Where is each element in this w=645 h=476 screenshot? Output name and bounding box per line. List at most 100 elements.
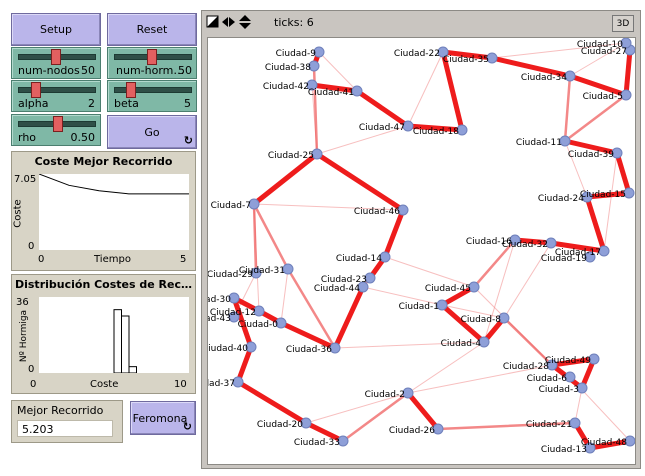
city-label: Ciudad-39 xyxy=(568,150,614,160)
slider-alpha[interactable]: alpha 2 xyxy=(11,80,101,112)
setup-label: Setup xyxy=(39,23,73,36)
city-label: Ciudad-22 xyxy=(394,49,440,59)
pheromone-edge xyxy=(332,284,366,351)
zoom-icon[interactable] xyxy=(206,15,219,28)
plot-area xyxy=(39,297,189,374)
city-label: Ciudad-32 xyxy=(502,240,548,250)
pheromone-edge xyxy=(584,194,607,254)
world-view-frame: ticks: 6 3D Ciudad-9 Ciudad-38 Ciudad-42 Ci… xyxy=(201,10,641,469)
pheromone-edge xyxy=(251,151,320,207)
slider-value: 5 xyxy=(184,97,191,110)
city-label: Ciudad-25 xyxy=(268,151,314,161)
slider-num-nodos[interactable]: num-nodos 50 xyxy=(11,47,101,79)
pheromone-edge xyxy=(280,268,289,324)
plot-coste-mejor-recorrido: Coste Mejor Recorrido 7.05 0 Coste 0 Tie… xyxy=(11,151,196,271)
forever-icon: ↻ xyxy=(182,420,192,433)
plot-xmin-label: 0 xyxy=(38,254,45,265)
plot-xlabel: Tiempo xyxy=(94,254,131,265)
monitor-label: Mejor Recorrido xyxy=(17,404,104,417)
plot-ymax-label: 7.05 xyxy=(14,174,37,185)
city-label: Ciudad-47 xyxy=(359,123,405,133)
city-label: Ciudad-11 xyxy=(516,138,562,148)
forever-icon: ↻ xyxy=(183,134,193,147)
city-label: Ciudad-19 xyxy=(541,254,587,264)
monitor-value: 5.203 xyxy=(17,420,113,437)
reset-label: Reset xyxy=(136,23,168,36)
plot-ylabel: Coste xyxy=(12,199,24,228)
city-label: Ciudad-40 xyxy=(208,344,248,354)
pheromone-edge xyxy=(314,151,406,213)
city-label: Ciudad-34 xyxy=(521,73,567,83)
city-label: Ciudad-30 xyxy=(208,295,231,305)
city-label: Ciudad-4 xyxy=(441,339,482,349)
pheromone-edge xyxy=(563,74,572,143)
plot-title: Coste Mejor Recorrido xyxy=(34,155,173,168)
horizontal-arrows-icon[interactable] xyxy=(222,17,235,27)
city-label: Ciudad-42 xyxy=(263,82,309,92)
pheromone-edge xyxy=(614,150,632,196)
slider-thumb[interactable] xyxy=(51,49,61,65)
view-toolbar: ticks: 6 3D xyxy=(202,11,640,33)
pheromone-edge xyxy=(405,390,441,432)
slider-name: rho xyxy=(18,131,37,144)
slider-thumb[interactable] xyxy=(126,82,136,98)
slider-rho[interactable]: rho 0.50 xyxy=(11,114,101,146)
city-label: Ciudad-28 xyxy=(503,362,549,372)
city-label: Ciudad-26 xyxy=(389,426,435,436)
city-label: Ciudad-6 xyxy=(527,374,568,384)
vertical-arrows-icon[interactable] xyxy=(239,15,251,29)
pheromone-edge xyxy=(312,64,319,156)
city-label: Ciudad-8 xyxy=(461,315,502,325)
city-label: Ciudad-14 xyxy=(336,254,382,264)
city-label: Ciudad-21 xyxy=(526,420,572,430)
plot-xmin-label: 0 xyxy=(30,379,37,390)
city-label: Ciudad-5 xyxy=(583,92,623,102)
monitor-mejor-recorrido: Mejor Recorrido 5.203 xyxy=(11,400,123,443)
city-label: Ciudad-35 xyxy=(443,55,489,65)
go-button[interactable]: Go ↻ xyxy=(107,115,197,149)
slider-name: num-horm… xyxy=(116,64,185,77)
series-line xyxy=(38,173,189,195)
plot-xlabel: Coste xyxy=(90,379,119,390)
histogram-bar xyxy=(121,315,130,374)
pheromone-edge xyxy=(235,379,309,426)
slider-thumb[interactable] xyxy=(147,49,157,65)
slider-name: num-nodos xyxy=(18,64,80,77)
world[interactable]: Ciudad-9 Ciudad-38 Ciudad-42 Ciudad-41 Ciuda… xyxy=(207,37,636,465)
plot-distribucion-costes: Distribución Costes de Rec… 36 0 Nº Horm… xyxy=(11,274,196,394)
pheromone-edge xyxy=(252,202,258,275)
city-label: Ciudad-7 xyxy=(211,201,251,211)
histogram-bar xyxy=(113,309,122,374)
city-label: Ciudad-38 xyxy=(265,63,311,73)
slider-num-hormigas[interactable]: num-horm… 50 xyxy=(107,47,197,79)
ticks-counter: ticks: 6 xyxy=(274,16,314,29)
reset-button[interactable]: Reset xyxy=(107,13,197,46)
world-canvas: Ciudad-9 Ciudad-38 Ciudad-42Ciudad-41 Ciuda… xyxy=(208,38,635,455)
pheromone-edge xyxy=(603,152,618,252)
slider-beta[interactable]: beta 5 xyxy=(107,80,197,112)
slider-name: alpha xyxy=(18,97,49,110)
slider-thumb[interactable] xyxy=(31,82,41,98)
city-label: Ciudad-1 xyxy=(399,302,439,312)
pheromone-edge xyxy=(354,88,411,129)
plot-line-canvas xyxy=(38,173,189,195)
plot-title: Distribución Costes de Rec… xyxy=(14,278,192,291)
pheromone-edge xyxy=(407,51,444,127)
city-label: Ciudad-18 xyxy=(413,127,459,137)
setup-button[interactable]: Setup xyxy=(11,13,101,46)
feromona-button[interactable]: Feromona ↻ xyxy=(130,401,196,435)
view-controls xyxy=(206,15,251,29)
slider-value: 50 xyxy=(81,64,95,77)
city-label: Ciudad-20 xyxy=(257,420,303,430)
3d-button[interactable]: 3D xyxy=(612,15,634,32)
city-label: Ciudad-2 xyxy=(365,390,405,400)
city-label: Ciudad-3 xyxy=(539,385,579,395)
city-label: Ciudad-0 xyxy=(238,320,279,330)
pheromone-edge xyxy=(252,202,290,271)
city-label: Ciudad-48 xyxy=(581,438,627,448)
slider-thumb[interactable] xyxy=(53,116,63,132)
city-label: Ciudad-46 xyxy=(354,207,400,217)
pheromone-edge xyxy=(382,207,406,260)
city-label: Ciudad-45 xyxy=(425,284,471,294)
slider-value: 50 xyxy=(178,64,192,77)
